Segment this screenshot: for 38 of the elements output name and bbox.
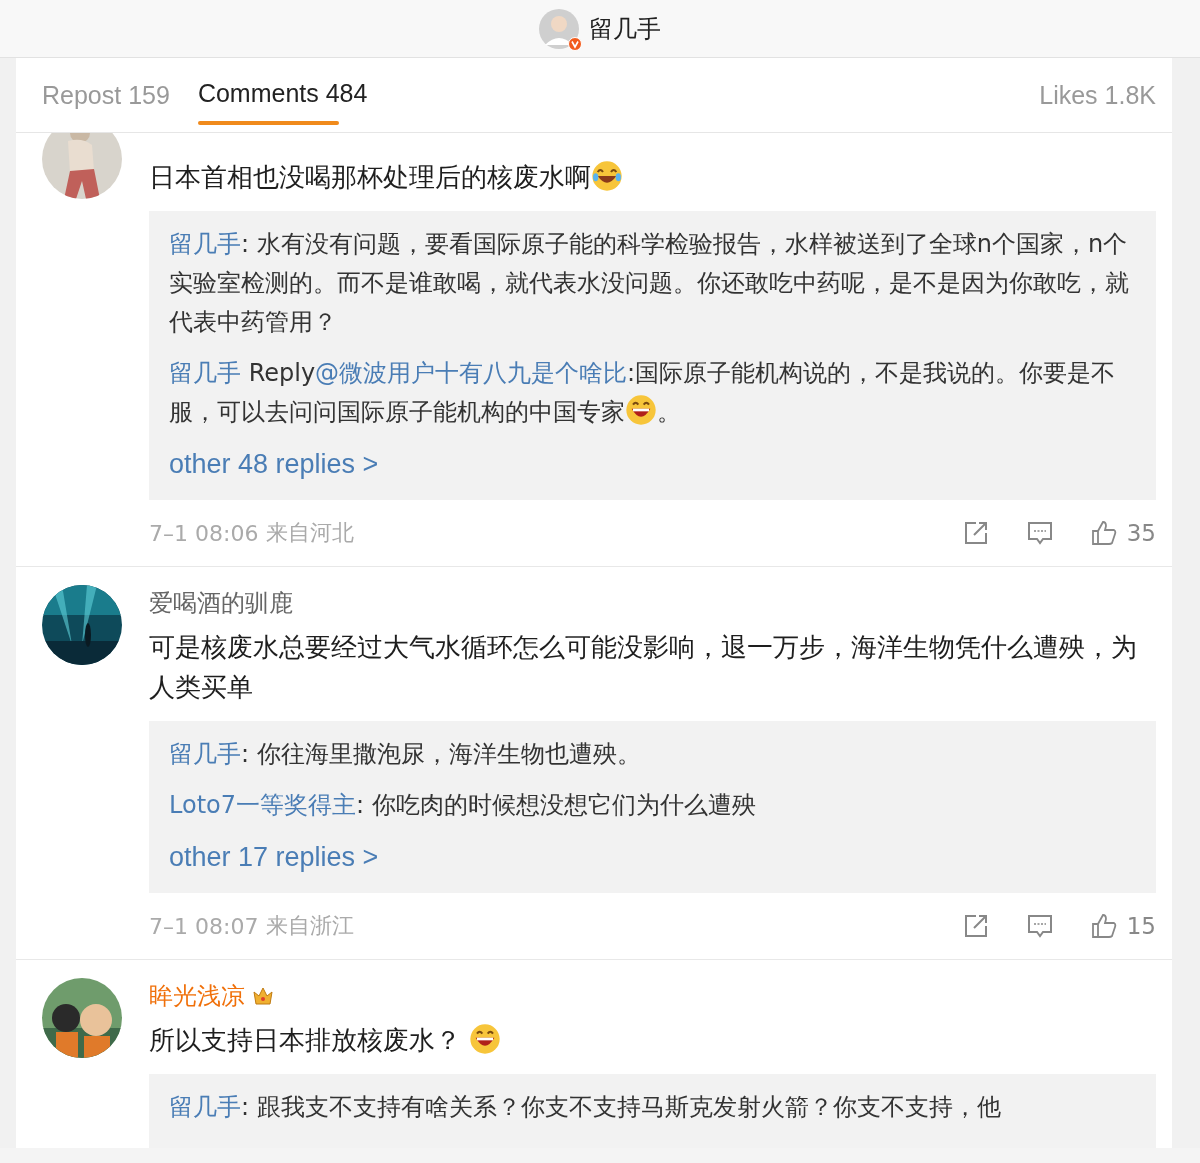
user-link[interactable]: 留几手 <box>169 230 241 258</box>
like-count: 35 <box>1126 520 1156 546</box>
user-link[interactable]: 留几手 <box>169 1093 241 1121</box>
timestamp: 7–1 08:07 <box>149 913 259 939</box>
user-link[interactable]: Loto7一等奖得主 <box>169 791 356 819</box>
more-replies-link[interactable]: other 17 replies > <box>169 837 379 877</box>
comment-text: 日本首相也没喝那杯处理后的核废水啊 <box>149 157 1156 197</box>
location-text: 来自河北 <box>266 519 355 547</box>
share-icon[interactable] <box>962 520 989 546</box>
user-link[interactable]: 留几手 <box>169 359 241 387</box>
thumbs-up-icon[interactable] <box>1090 520 1117 546</box>
user-link[interactable]: @微波用户十有八九是个啥比 <box>315 359 628 387</box>
like-count: 15 <box>1126 913 1156 939</box>
timestamp: 7–1 08:06 <box>149 520 259 546</box>
grinning-emoji-icon <box>625 394 657 426</box>
reply-text: 留几手 Reply@微波用户十有八九是个啥比:国际原子能机构说的，不是我说的。你要是不服，可以去问问国际原子能机构的中国专家 。 <box>169 358 1117 428</box>
user-link[interactable]: 留几手 <box>169 740 241 768</box>
location-text: 来自浙江 <box>266 912 355 940</box>
more-replies-link[interactable]: other 48 replies > <box>169 444 379 484</box>
laughing-tears-emoji-icon <box>591 160 623 192</box>
likes-tab[interactable]: Likes 1.8K <box>1039 58 1156 132</box>
reply-text: 留几手: 你往海里撒泡尿，海洋生物也遭殃。 <box>169 739 642 770</box>
reply-text: 留几手: 跟我支不支持有啥关系？你支不支持马斯克发射火箭？你支不支持，他 <box>169 1092 1002 1123</box>
account-name: 留几手 <box>589 13 661 45</box>
username[interactable]: 爱喝酒的驯鹿 <box>149 587 293 619</box>
username[interactable]: 眸光浅凉 <box>149 980 245 1012</box>
comment-text: 可是核废水总要经过大气水循环怎么可能没影响，退一万步，海洋生物凭什么遭殃，为人类买单 <box>149 631 1138 704</box>
grinning-emoji-icon <box>469 1023 502 1055</box>
reply-text: 留几手: 水有没有问题，要看国际原子能的科学检验报告，水样被送到了全球n个国家，n个实验室检测的。而不是谁敢喝，就代表水没问题。你还敢吃中药呢，是不是因为你敢吃，就代表中药管用？ <box>169 229 1130 338</box>
comment-icon[interactable] <box>1026 913 1053 939</box>
comment-text: 所以支持日本排放核废水？ <box>149 1020 1156 1060</box>
share-icon[interactable] <box>962 913 989 939</box>
thumbs-up-icon[interactable] <box>1090 913 1117 939</box>
comment-icon[interactable] <box>1026 520 1053 546</box>
tab[interactable]: Repost 159 <box>42 58 170 132</box>
tab[interactable]: Comments 484 <box>197 58 368 132</box>
avatar[interactable] <box>539 8 579 49</box>
reply-text: Loto7一等奖得主: 你吃肉的时候想没想它们为什么遭殃 <box>169 790 757 821</box>
